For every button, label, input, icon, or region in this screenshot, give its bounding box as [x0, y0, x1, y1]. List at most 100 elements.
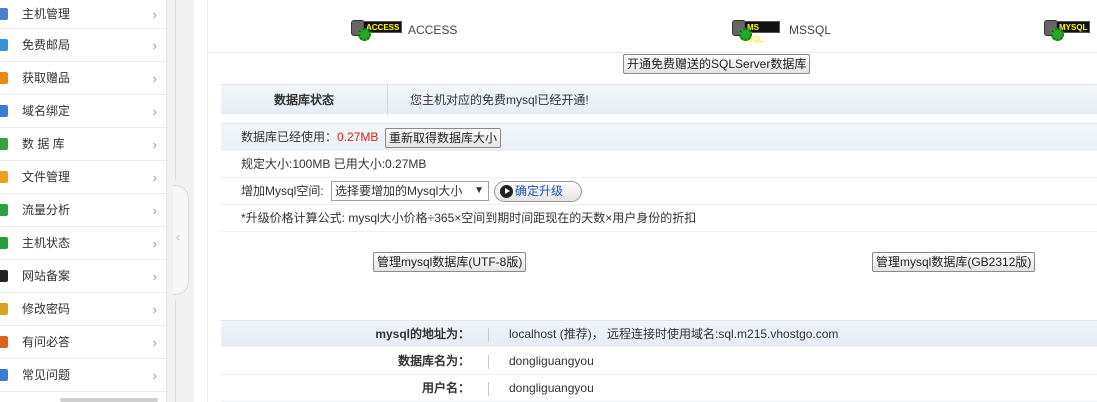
folder-icon: [0, 171, 8, 183]
sidebar-item-host-management[interactable]: 主机管理 ›: [0, 0, 166, 29]
mail-icon: [0, 39, 8, 51]
sidebar-scrollbar[interactable]: [60, 398, 158, 402]
chevron-right-icon: ›: [152, 104, 157, 119]
info-value: dongliguangyou: [509, 354, 594, 368]
separator: [488, 382, 489, 396]
access-database-icon: ACCESS: [349, 19, 403, 41]
database-type-bar: ACCESS ACCESS MS SQL MSSQL MYSQL: [209, 9, 1097, 53]
sidebar-item-host-status[interactable]: 主机状态 ›: [0, 227, 166, 260]
sidebar-item-label: 主机状态: [22, 236, 71, 250]
splitter-line: [175, 300, 176, 402]
sidebar-item-label: 有问必答: [22, 335, 71, 349]
sidebar-item-label: 文件管理: [22, 170, 71, 184]
key-icon: [0, 303, 8, 315]
record-icon: [0, 270, 8, 282]
db-type-mssql[interactable]: MS SQL MSSQL: [730, 18, 832, 44]
select-value: 选择要增加的Mysql大小: [335, 184, 463, 198]
connection-info: mysql的地址为： localhost (推荐)， 远程连接时使用域名:sql…: [221, 320, 1097, 402]
size-row: 规定大小:100MB 已用大小:0.27MB: [221, 151, 1097, 178]
chevron-right-icon: ›: [152, 335, 157, 350]
confirm-upgrade-button[interactable]: 确定升级: [494, 181, 582, 202]
mysql-database-icon: MYSQL: [1042, 19, 1092, 41]
sidebar-item-file-management[interactable]: 文件管理 ›: [0, 161, 166, 194]
chevron-right-icon: ›: [152, 7, 157, 22]
usage-row: 数据库已经使用：0.27MB 重新取得数据库大小: [221, 124, 1097, 151]
info-row-address: mysql的地址为： localhost (推荐)， 远程连接时使用域名:sql…: [221, 320, 1097, 347]
usage-panel: 数据库已经使用：0.27MB 重新取得数据库大小 规定大小:100MB 已用大小…: [221, 123, 1097, 232]
sidebar-item-label: 数 据 库: [22, 137, 65, 151]
upgrade-formula: *升级价格计算公式: mysql大小价格÷365×空间到期时间距现在的天数×用户…: [241, 211, 697, 225]
main-content: ACCESS ACCESS MS SQL MSSQL MYSQL 开通免费赠送的…: [194, 0, 1097, 402]
chevron-right-icon: ›: [152, 203, 157, 218]
open-mssql-button[interactable]: 开通免费赠送的SQLServer数据库: [623, 54, 811, 74]
info-key: 用户名：: [421, 381, 470, 395]
refresh-size-button[interactable]: 重新取得数据库大小: [385, 128, 502, 148]
info-row-dbname: 数据库名为： dongliguangyou: [221, 348, 1097, 375]
chevron-left-icon: ‹: [176, 230, 180, 244]
info-key: 数据库名为：: [397, 354, 470, 368]
mssql-database-icon: MS SQL: [730, 19, 780, 44]
db-type-label: MSSQL: [789, 23, 832, 37]
faq-icon: [0, 369, 8, 381]
chevron-right-icon: ›: [152, 302, 157, 317]
info-value: localhost (推荐)， 远程连接时使用域名:sql.m215.vhost…: [509, 327, 839, 341]
play-icon: [500, 185, 513, 198]
manage-mysql-gb2312-button[interactable]: 管理mysql数据库(GB2312版): [872, 252, 1036, 272]
db-type-label: ACCESS: [408, 23, 458, 37]
sidebar-item-qa[interactable]: 有问必答 ›: [0, 326, 166, 359]
sidebar-item-database[interactable]: 数 据 库 ›: [0, 128, 166, 161]
database-status-row: 数据库状态 您主机对应的免费mysql已经开通!: [221, 84, 1097, 115]
separator: [488, 355, 489, 369]
sidebar: 主机管理 › 免费邮局 › 获取赠品 › 域名绑定 › 数 据 库 › 文件管理…: [0, 0, 167, 402]
status-value: 您主机对应的免费mysql已经开通!: [410, 93, 589, 107]
sidebar-item-traffic-analysis[interactable]: 流量分析 ›: [0, 194, 166, 227]
sidebar-item-label: 修改密码: [22, 302, 71, 316]
chevron-right-icon: ›: [152, 170, 157, 185]
domain-icon: [0, 105, 8, 117]
chevron-right-icon: ›: [152, 368, 157, 383]
upgrade-label: 确定升级: [515, 184, 564, 198]
used-value: 0.27MB: [337, 130, 379, 144]
info-row-username: 用户名： dongliguangyou: [221, 375, 1097, 402]
db-type-mysql[interactable]: MYSQL: [1042, 18, 1097, 42]
info-value: dongliguangyou: [509, 381, 594, 395]
chevron-right-icon: ›: [152, 38, 157, 53]
db-type-access[interactable]: ACCESS ACCESS: [349, 18, 457, 42]
splitter-line: [175, 0, 176, 180]
sidebar-item-domain-binding[interactable]: 域名绑定 ›: [0, 95, 166, 128]
sidebar-item-free-mail[interactable]: 免费邮局 ›: [0, 29, 166, 62]
sidebar-item-site-record[interactable]: 网站备案 ›: [0, 260, 166, 293]
chevron-right-icon: ›: [152, 236, 157, 251]
app-root: 主机管理 › 免费邮局 › 获取赠品 › 域名绑定 › 数 据 库 › 文件管理…: [0, 0, 1097, 402]
collapse-sidebar-handle[interactable]: ‹: [173, 185, 189, 295]
size-info: 规定大小:100MB 已用大小:0.27MB: [241, 157, 427, 171]
sidebar-item-label: 获取赠品: [22, 71, 71, 85]
chevron-right-icon: ›: [152, 71, 157, 86]
sidebar-item-label: 流量分析: [22, 203, 71, 217]
sidebar-item-label: 常见问题: [22, 368, 71, 382]
sidebar-item-get-gift[interactable]: 获取赠品 ›: [0, 62, 166, 95]
status-label: 数据库状态: [221, 85, 388, 115]
dropdown-arrow-icon: ▼: [474, 185, 484, 196]
sidebar-item-label: 免费邮局: [22, 38, 71, 52]
sidebar-item-label: 主机管理: [22, 7, 71, 21]
host-icon: [0, 8, 8, 20]
formula-row: *升级价格计算公式: mysql大小价格÷365×空间到期时间距现在的天数×用户…: [221, 205, 1097, 232]
sidebar-item-faq[interactable]: 常见问题 ›: [0, 359, 166, 392]
add-space-label: 增加Mysql空间:: [241, 184, 324, 198]
manage-mysql-utf8-button[interactable]: 管理mysql数据库(UTF-8版): [373, 252, 527, 272]
chevron-right-icon: ›: [152, 269, 157, 284]
info-key: mysql的地址为：: [375, 327, 470, 341]
gift-icon: [0, 72, 8, 84]
status-icon: [0, 237, 8, 249]
sidebar-item-change-password[interactable]: 修改密码 ›: [0, 293, 166, 326]
database-icon: [0, 138, 8, 150]
sidebar-splitter: ‹: [167, 0, 194, 402]
sidebar-item-label: 域名绑定: [22, 104, 71, 118]
add-space-row: 增加Mysql空间: 选择要增加的Mysql大小 ▼ 确定升级: [221, 178, 1097, 205]
used-label: 数据库已经使用：: [241, 130, 338, 144]
chevron-right-icon: ›: [152, 137, 157, 152]
separator: [488, 328, 489, 342]
mysql-size-select[interactable]: 选择要增加的Mysql大小 ▼: [331, 181, 489, 201]
question-icon: [0, 336, 8, 348]
